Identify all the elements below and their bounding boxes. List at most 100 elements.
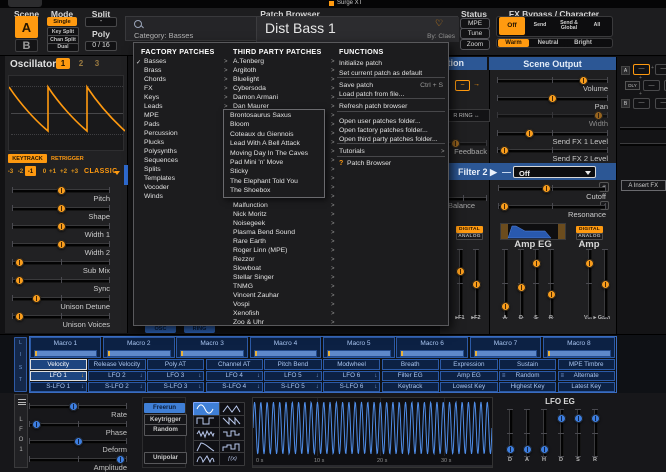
mod-source-s-lfo-3[interactable]: S-LFO 3 ↓ bbox=[146, 381, 205, 392]
third-party-item-cybersoda[interactable]: Cybersoda > bbox=[231, 85, 335, 94]
patch-category[interactable]: Category: Basses bbox=[134, 31, 193, 40]
mod-source-expression[interactable]: Expression bbox=[440, 358, 498, 370]
menu-lines-icon[interactable] bbox=[18, 404, 26, 405]
amp-vslider-5[interactable] bbox=[546, 249, 557, 318]
slider-handle[interactable] bbox=[601, 280, 610, 290]
lfo-shape-mseg[interactable] bbox=[193, 452, 220, 467]
favorite-heart-icon[interactable]: ♡ bbox=[435, 18, 443, 29]
osc-tab-2[interactable]: 2 bbox=[74, 58, 88, 69]
arrow-down-icon[interactable]: ↓ bbox=[198, 384, 201, 390]
arrow-down-icon[interactable]: ↓ bbox=[374, 384, 377, 390]
mod-source-alternate[interactable]: Alternate ≡ bbox=[557, 370, 615, 381]
slider-handle[interactable] bbox=[557, 413, 566, 423]
osc-tab-1[interactable]: 1 bbox=[56, 57, 70, 69]
status-mpe-button[interactable]: MPE bbox=[460, 17, 490, 29]
arrow-down-icon[interactable]: ↓ bbox=[316, 384, 319, 390]
mod-source-lfo-4[interactable]: LFO 4 ↓ bbox=[205, 370, 263, 381]
octave-1-button[interactable]: +1 bbox=[48, 166, 57, 176]
split-value-box[interactable]: - bbox=[85, 17, 117, 27]
factory-item-plucks[interactable]: Plucks> bbox=[135, 139, 230, 148]
lfo-eg-vslider-2[interactable] bbox=[539, 409, 550, 457]
menu-lines-icon[interactable] bbox=[18, 401, 26, 403]
slider-handle[interactable] bbox=[532, 259, 541, 269]
third-party-item-argitoth[interactable]: Argitoth > bbox=[231, 67, 335, 76]
third-party-item-vincent-zauhar[interactable]: Vincent Zauhar > bbox=[231, 292, 335, 301]
fx-send-slider[interactable] bbox=[620, 143, 666, 146]
mod-source-lfo-2[interactable]: LFO 2 ↓ bbox=[88, 370, 146, 381]
mod-source-keytrack[interactable]: Keytrack bbox=[381, 381, 439, 392]
menu-lines-icon[interactable] bbox=[18, 399, 26, 400]
factory-item-vocoder[interactable]: Vocoder> bbox=[135, 184, 230, 193]
macro-value-bar[interactable] bbox=[33, 349, 98, 357]
lfo-waveform-display[interactable]: 0 s 10 s 20 s 30 s bbox=[252, 397, 493, 468]
wave-scrollbar[interactable] bbox=[253, 465, 492, 467]
function-save-patch[interactable]: Save patch Ctrl + S bbox=[337, 82, 445, 91]
amp-digital-toggle[interactable]: DIGITAL bbox=[576, 225, 603, 233]
third-party-item-roger-linn-mpe[interactable]: Roger Linn (MPE) > bbox=[231, 247, 335, 256]
filter-analog-toggle[interactable]: ANALOG bbox=[456, 233, 483, 240]
fx-send-slider[interactable] bbox=[620, 127, 666, 130]
retrigger-toggle[interactable]: RETRIGGER bbox=[51, 156, 84, 162]
fx-bypass-all-button[interactable]: All bbox=[585, 17, 609, 35]
filter2-label[interactable]: Filter 2 ▶ bbox=[458, 167, 497, 178]
function-initialize-patch[interactable]: Initialize patch bbox=[337, 60, 445, 69]
mod-list-tab[interactable]: LIST bbox=[14, 336, 27, 392]
factory-item-brass[interactable]: Brass > bbox=[135, 67, 230, 76]
lfo-shape-sine[interactable] bbox=[193, 402, 220, 416]
third-party-item-malfunction[interactable]: Malfunction > bbox=[231, 202, 335, 211]
factory-item-pads[interactable]: Pads> bbox=[135, 121, 230, 130]
slider-handle[interactable] bbox=[591, 413, 600, 423]
factory-item-splits[interactable]: Splits> bbox=[135, 166, 230, 175]
mod-source-highest-key[interactable]: Highest Key bbox=[498, 381, 557, 392]
macro-value-bar[interactable] bbox=[253, 349, 318, 357]
function-open-factory-patches-folder[interactable]: Open factory patches folder... bbox=[337, 127, 445, 136]
arrow-down-icon[interactable]: ↓ bbox=[140, 373, 143, 379]
arrow-down-icon[interactable]: ↓ bbox=[374, 373, 377, 379]
factory-item-fx[interactable]: FX > bbox=[135, 85, 230, 94]
mod-source-pitch-bend[interactable]: Pitch Bend bbox=[264, 358, 322, 370]
fx-bypass-send-global-button[interactable]: Send & Global bbox=[555, 17, 583, 35]
amp-vslider-3[interactable] bbox=[516, 249, 527, 318]
amp-vslider-2[interactable] bbox=[500, 249, 511, 318]
lfo-eg-vslider-0[interactable] bbox=[505, 409, 516, 457]
fx-bypass-off-button[interactable]: Off bbox=[499, 17, 525, 35]
macro-value-bar[interactable] bbox=[546, 349, 611, 357]
mixer-tab-osc[interactable]: OSC bbox=[145, 325, 176, 333]
slider-handle[interactable] bbox=[506, 444, 515, 454]
third-party-item-zoo-uhr[interactable]: Zoo & Uhr > bbox=[231, 319, 335, 328]
factory-item-leads[interactable]: Leads > bbox=[135, 103, 230, 112]
factory-item-basses[interactable]: ✓ Basses > bbox=[135, 58, 230, 67]
mpe-patch-lead-with-a-bell-attack[interactable]: Lead With A Bell Attack bbox=[225, 140, 322, 149]
patch-name-box[interactable]: Dist Bass 1 ♡ By: Claes bbox=[256, 17, 459, 42]
third-party-item-damon-armani[interactable]: Damon Armani > bbox=[231, 94, 335, 103]
mod-source-sustain[interactable]: Sustain bbox=[498, 358, 557, 370]
slider-handle[interactable] bbox=[585, 258, 594, 268]
status-zoom-button[interactable]: Zoom bbox=[460, 38, 490, 50]
function-open-user-patches-folder[interactable]: Open user patches folder... bbox=[337, 118, 445, 127]
scene-a-button[interactable]: A bbox=[15, 16, 38, 38]
mixer-tab-ring[interactable]: RING bbox=[184, 325, 215, 333]
third-party-item-slowboat[interactable]: Slowboat > bbox=[231, 265, 335, 274]
chevron-down-icon[interactable] bbox=[114, 171, 120, 175]
mod-source-lfo-3[interactable]: LFO 3 ↓ bbox=[146, 370, 205, 381]
mod-source-s-lfo-4[interactable]: S-LFO 4 ↓ bbox=[205, 381, 263, 392]
amp-vslider-6[interactable] bbox=[584, 249, 595, 318]
third-party-item-tnmg[interactable]: TNMG > bbox=[231, 283, 335, 292]
factory-item-polysynths[interactable]: Polysynths> bbox=[135, 148, 230, 157]
window-menu-tab[interactable] bbox=[8, 0, 42, 7]
lfo-trigger-random-button[interactable]: Random bbox=[144, 424, 187, 436]
lfo-unipolar-button[interactable]: Unipolar bbox=[144, 452, 187, 464]
mod-source-mpe-timbre[interactable]: MPE Timbre bbox=[557, 358, 615, 370]
mpe-patch-brontosaurus-saxus[interactable]: Brontosaurus Saxus bbox=[225, 112, 322, 121]
keytrack-toggle[interactable]: KEYTRACK bbox=[8, 154, 47, 163]
macro-8-cell[interactable]: Macro 8 bbox=[542, 336, 615, 358]
mod-source-lfo-1[interactable]: LFO 1 ↓ bbox=[29, 370, 87, 381]
macro-value-bar[interactable] bbox=[326, 349, 391, 357]
factory-item-keys[interactable]: Keys > bbox=[135, 94, 230, 103]
osc-routing-icon[interactable]: ~ bbox=[455, 80, 470, 91]
third-party-item-noisegeek[interactable]: Noisegeek > bbox=[231, 220, 335, 229]
mod-source-lfo-5[interactable]: LFO 5 ↓ bbox=[264, 370, 322, 381]
mod-source-velocity[interactable]: Velocity bbox=[29, 358, 87, 370]
amp-vslider-1[interactable] bbox=[471, 249, 482, 318]
mod-source-amp-eg[interactable]: Amp EG bbox=[440, 370, 498, 381]
